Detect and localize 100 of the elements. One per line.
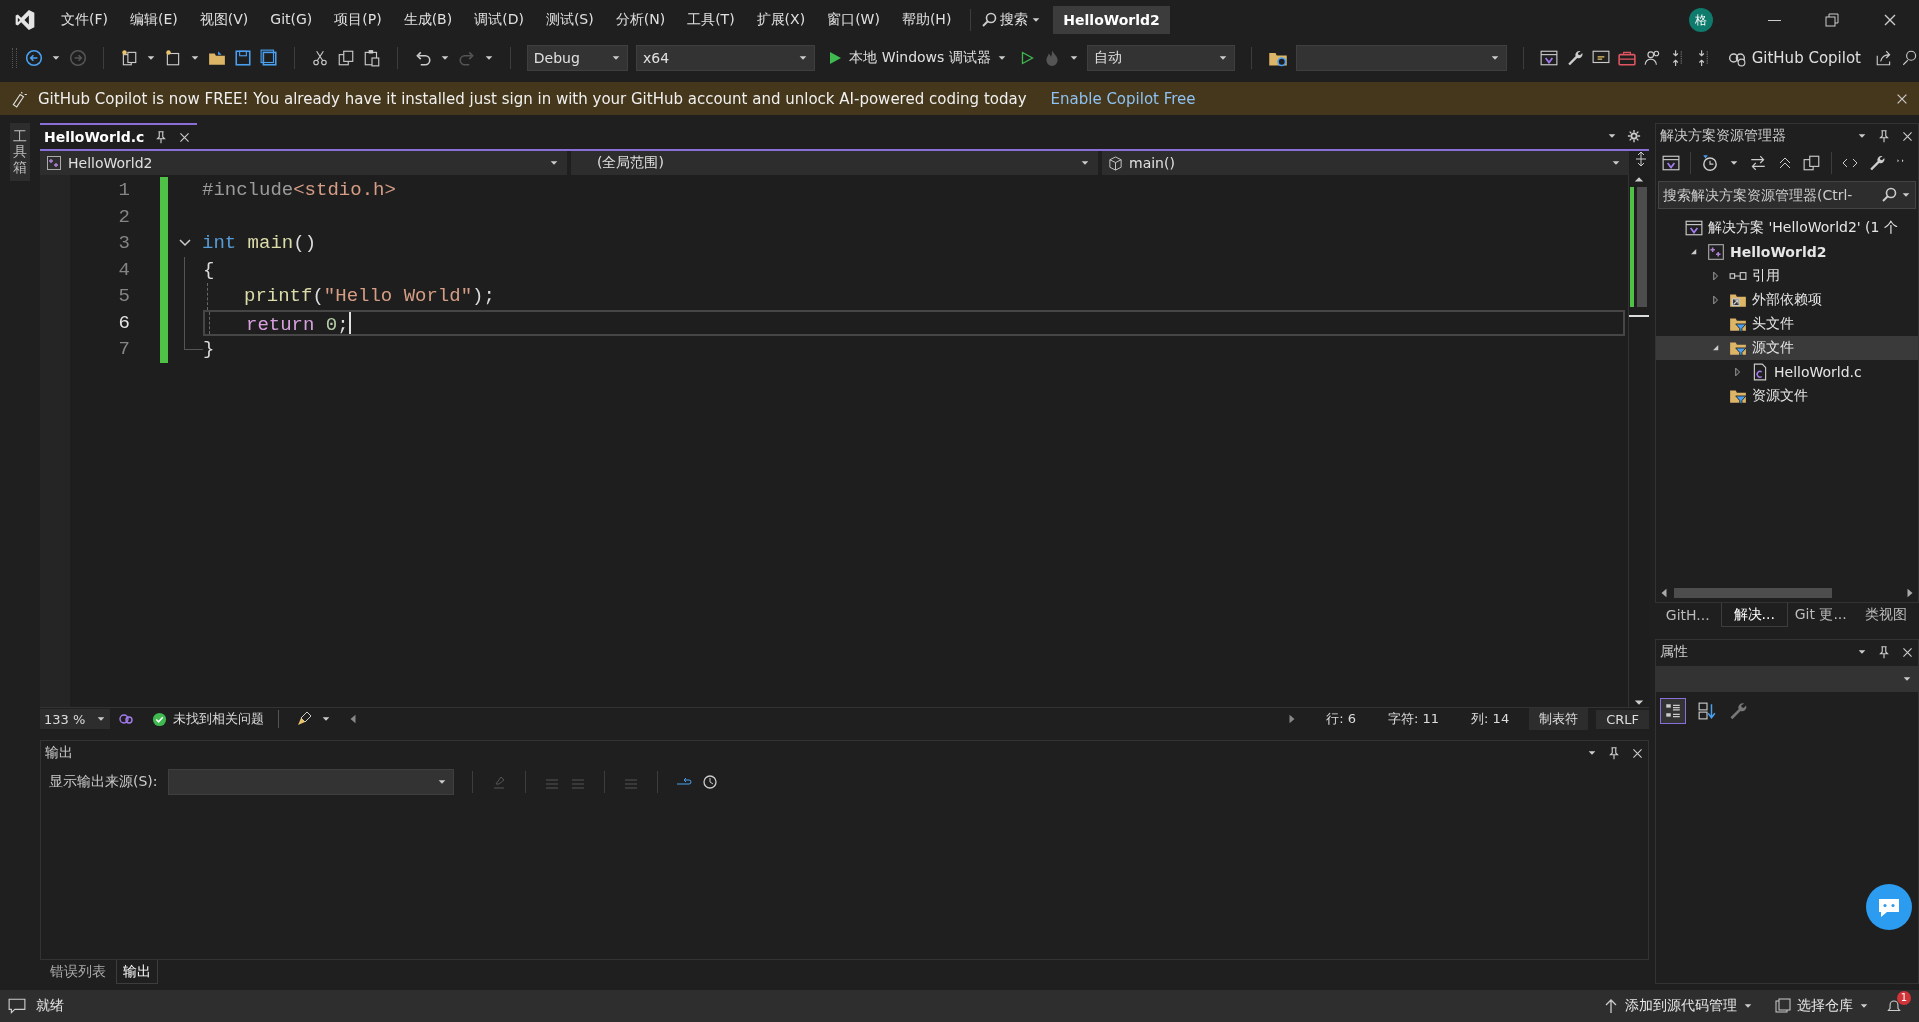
menu-item[interactable]: 工具(T) <box>676 11 746 29</box>
scroll-right-icon[interactable] <box>1288 714 1297 724</box>
split-icon[interactable] <box>1633 151 1649 167</box>
chat-bubble-icon[interactable] <box>1866 884 1912 930</box>
tree-item[interactable]: 源文件 <box>1656 336 1918 360</box>
scroll-left-icon[interactable] <box>349 714 357 724</box>
panel-tab[interactable]: 错误列表 <box>44 960 112 984</box>
enable-copilot-link[interactable]: Enable Copilot Free <box>1050 89 1196 108</box>
scroll-right-icon[interactable] <box>1906 588 1914 598</box>
menu-item[interactable]: 帮助(H) <box>890 11 963 29</box>
comment-icon[interactable] <box>8 997 26 1015</box>
panel-tab[interactable]: 类视图 <box>1853 603 1919 627</box>
line-number: 2 <box>117 204 130 230</box>
scrollbar-thumb[interactable] <box>1637 187 1647 307</box>
back-icon[interactable] <box>24 49 43 67</box>
tree-item[interactable]: 资源文件 <box>1656 384 1918 408</box>
share-icon[interactable] <box>1875 49 1893 67</box>
scope-dropdown[interactable]: (全局范围) <box>571 151 1098 175</box>
member-dropdown[interactable]: main() <box>1102 151 1629 175</box>
feedback-icon[interactable] <box>1901 49 1919 67</box>
tree-item[interactable]: 外部依赖项 <box>1656 288 1918 312</box>
clock-icon[interactable] <box>701 774 718 790</box>
line-indicator: 行: 6 <box>1325 710 1358 728</box>
toolbox-icon[interactable] <box>1617 49 1636 67</box>
window-icon[interactable] <box>1539 49 1558 67</box>
indentation-indicator[interactable]: 制表符 <box>1529 708 1589 730</box>
zoom-dropdown[interactable]: 133 % <box>40 709 110 729</box>
menu-item[interactable]: 分析(N) <box>604 11 677 29</box>
wrench-icon[interactable] <box>1565 49 1584 67</box>
c-file-icon <box>1751 363 1769 381</box>
panel-title: 输出 <box>45 744 74 762</box>
platform-dropdown[interactable]: x64 <box>636 45 816 71</box>
wrench-icon[interactable] <box>1868 154 1886 172</box>
new-project-icon[interactable] <box>119 49 138 67</box>
menu-item[interactable]: 扩展(X) <box>745 11 817 29</box>
configuration-dropdown[interactable]: Debug <box>526 45 628 71</box>
account-avatar[interactable]: 格 <box>1689 8 1713 32</box>
solution-icon <box>1685 219 1703 237</box>
close-icon[interactable] <box>1901 645 1914 659</box>
tree-item[interactable]: 头文件 <box>1656 312 1918 336</box>
panel-tab[interactable]: Git 更... <box>1788 603 1854 627</box>
people-icon[interactable] <box>1643 49 1662 67</box>
panel-tab[interactable]: 解决... <box>1720 603 1788 627</box>
tree-item[interactable]: HelloWorld.c <box>1656 360 1918 384</box>
menu-item[interactable]: 编辑(E) <box>119 11 189 29</box>
cut-icon[interactable] <box>310 49 329 67</box>
repository-button[interactable]: 选择仓库 <box>1769 996 1875 1016</box>
close-icon <box>1882 12 1898 28</box>
menu-item[interactable]: 文件(F) <box>50 11 119 29</box>
toolbox-tab[interactable]: 工具箱 <box>10 123 30 182</box>
scroll-left-icon[interactable] <box>1660 588 1668 598</box>
run-button[interactable]: 本地 Windows 调试器 <box>823 47 1011 69</box>
search-button[interactable]: 搜索 <box>979 9 1044 31</box>
add-item-icon[interactable] <box>163 49 182 67</box>
solution-switch-icon[interactable] <box>1662 154 1680 172</box>
copilot-status-icon[interactable] <box>118 711 134 727</box>
close-icon[interactable] <box>178 130 192 144</box>
copilot-button[interactable]: GitHub Copilot <box>1721 48 1867 68</box>
source-control-button[interactable]: 添加到源代码管理 <box>1597 996 1759 1016</box>
paste-icon[interactable] <box>362 49 381 67</box>
tree-item[interactable]: 解决方案 'HelloWorld2' (1 个 <box>1656 216 1918 240</box>
tree-item[interactable]: HelloWorld2 <box>1656 240 1918 264</box>
text-cursor <box>348 311 351 334</box>
copy-icon[interactable] <box>336 49 355 67</box>
save-icon[interactable] <box>233 49 252 67</box>
pages-icon[interactable] <box>1803 154 1821 172</box>
collapse-all-icon[interactable] <box>1777 155 1793 171</box>
code-line: } <box>203 337 215 362</box>
sync-icon[interactable] <box>1749 154 1767 172</box>
code-line: { <box>203 257 215 283</box>
menu-item[interactable]: 测试(S) <box>534 11 605 29</box>
save-all-icon[interactable] <box>259 49 278 67</box>
menu-item[interactable]: Git(G) <box>259 11 324 29</box>
caret-position-marker <box>1629 315 1649 317</box>
pin-icon[interactable] <box>1607 746 1621 760</box>
pin-icon[interactable] <box>1877 129 1891 143</box>
cleanup-icon[interactable] <box>297 711 313 727</box>
tree-item[interactable]: 引用 <box>1656 264 1918 288</box>
panel-tab[interactable]: 输出 <box>116 960 158 984</box>
menu-item[interactable]: 视图(V) <box>188 11 260 29</box>
settings-icon[interactable] <box>1627 129 1641 143</box>
target-dropdown[interactable]: 自动 <box>1086 45 1236 71</box>
line-ending-indicator[interactable]: CRLF <box>1596 709 1649 729</box>
project-dropdown[interactable]: HelloWorld2 <box>40 151 567 175</box>
menu-item[interactable]: 窗口(W) <box>816 11 891 29</box>
panel-title: 属性 <box>1660 643 1689 661</box>
column-indicator: 列: 14 <box>1470 710 1511 728</box>
pin-icon[interactable] <box>1877 645 1891 659</box>
close-icon[interactable] <box>1631 746 1644 760</box>
dropdown-field[interactable] <box>1296 45 1507 71</box>
close-icon[interactable] <box>1901 129 1914 143</box>
menu-item[interactable]: 生成(B) <box>392 11 464 29</box>
search-field[interactable]: 搜索解决方案资源管理器(Ctrl- <box>1658 181 1916 209</box>
categorized-button[interactable] <box>1660 698 1686 724</box>
menu-item[interactable]: 项目(P) <box>323 11 393 29</box>
menu-item[interactable]: 调试(D) <box>463 11 535 29</box>
issues-status[interactable]: 未找到相关问题 <box>173 710 264 728</box>
open-folder-icon[interactable] <box>207 49 226 67</box>
history-icon[interactable] <box>1701 154 1719 172</box>
panel-tab[interactable]: GitH... <box>1655 603 1721 627</box>
